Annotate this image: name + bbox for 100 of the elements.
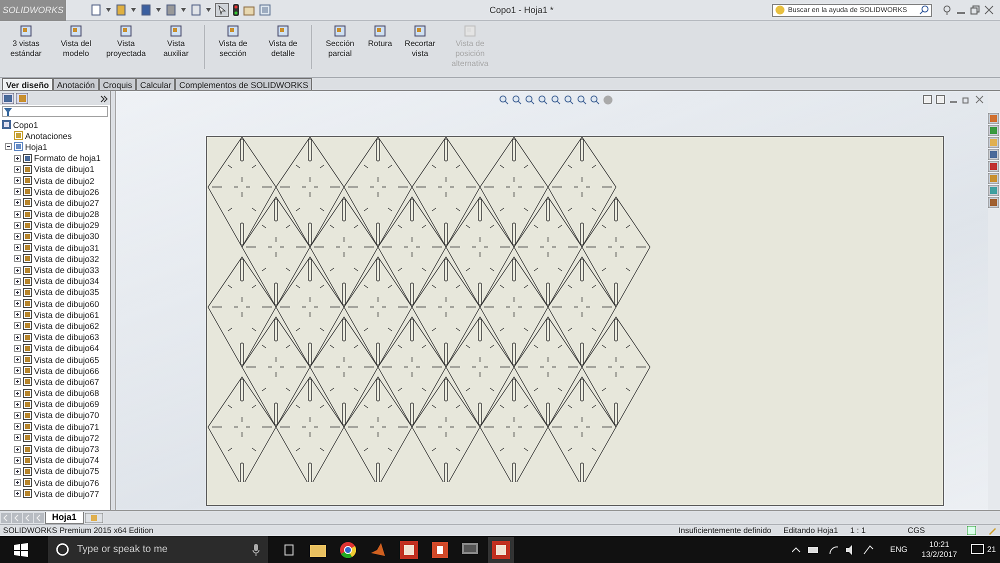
tree-item[interactable]: Vista de dibujo64 — [34, 343, 100, 354]
tree-item[interactable]: Vista de dibujo30 — [34, 231, 100, 242]
ribbon-tab[interactable]: Anotación — [53, 78, 99, 90]
tree-item[interactable]: Hoja1 — [25, 142, 48, 152]
expand-toggle-icon[interactable] — [14, 400, 21, 408]
tree-item[interactable]: Vista de dibujo61 — [34, 310, 100, 320]
tree-item[interactable]: Vista de dibujo70 — [34, 410, 100, 420]
expand-panel-icon[interactable] — [100, 94, 108, 102]
help-icon[interactable] — [942, 5, 952, 15]
expand-toggle-icon[interactable] — [14, 300, 21, 308]
select-pointer-icon[interactable] — [215, 3, 229, 17]
tree-item[interactable]: Vista de dibujo35 — [34, 287, 100, 298]
tree-item[interactable]: Vista de dibujo28 — [34, 209, 100, 220]
ribbon-button[interactable]: Vista de detalle — [259, 25, 307, 59]
property-tab-icon[interactable] — [16, 93, 28, 104]
add-sheet-icon[interactable] — [84, 512, 103, 522]
ribbon-button[interactable]: Sección parcial — [316, 25, 364, 59]
view-tool-icon[interactable] — [577, 95, 587, 105]
tree-item[interactable]: Vista de dibujo67 — [34, 376, 100, 387]
expand-toggle-icon[interactable] — [14, 344, 21, 352]
feature-tree-tab-icon[interactable] — [2, 93, 14, 104]
expand-toggle-icon[interactable] — [14, 154, 21, 162]
expand-toggle-icon[interactable] — [14, 490, 21, 498]
microphone-icon[interactable] — [252, 544, 260, 556]
tree-item[interactable]: Vista de dibujo68 — [34, 388, 100, 398]
monitor-icon[interactable] — [462, 542, 478, 556]
expand-toggle-icon[interactable] — [14, 288, 21, 296]
tree-item[interactable]: Vista de dibujo76 — [34, 478, 100, 488]
restore-icon[interactable] — [970, 5, 980, 15]
language-indicator[interactable]: ENG — [890, 545, 908, 554]
expand-toggle-icon[interactable] — [14, 479, 21, 486]
ribbon-button[interactable]: Vista de sección — [209, 25, 257, 59]
taskbar-search-input[interactable]: Type or speak to me — [75, 543, 246, 556]
view-tool-icon[interactable] — [525, 95, 535, 105]
expand-toggle-icon[interactable] — [14, 390, 21, 397]
tree-item[interactable]: Vista de dibujo27 — [34, 198, 100, 208]
clock-date[interactable]: 13/2/2017 — [922, 550, 958, 560]
tree-item[interactable]: Vista de dibujo34 — [34, 276, 100, 286]
task-pane-icon[interactable] — [988, 197, 999, 208]
task-view-icon[interactable] — [282, 544, 296, 556]
expand-toggle-icon[interactable] — [14, 356, 21, 364]
expand-toggle-icon[interactable] — [14, 177, 21, 184]
tree-item[interactable]: Vista de dibujo31 — [34, 242, 100, 253]
task-pane-icon[interactable] — [988, 149, 999, 160]
expand-toggle-icon[interactable] — [14, 412, 21, 419]
expand-toggle-icon[interactable] — [14, 456, 21, 464]
tree-item[interactable]: Vista de dibujo74 — [34, 455, 100, 466]
tree-item[interactable]: Vista de dibujo71 — [34, 422, 100, 432]
tile-icon[interactable] — [936, 95, 945, 104]
tree-item[interactable]: Formato de hoja1 — [34, 153, 101, 164]
tree-item[interactable]: Vista de dibujo69 — [34, 399, 100, 410]
tree-item[interactable]: Vista de dibujo1 — [34, 164, 94, 174]
expand-toggle-icon[interactable] — [14, 210, 21, 218]
dropdown-caret-icon[interactable] — [131, 8, 136, 12]
expand-toggle-icon[interactable] — [14, 266, 21, 274]
expand-toggle-icon[interactable] — [14, 311, 21, 318]
list-icon[interactable] — [259, 4, 271, 16]
ribbon-button[interactable]: 3 vistas estándar — [2, 25, 50, 59]
tree-item[interactable]: Vista de dibujo32 — [34, 254, 100, 264]
filter-field[interactable] — [2, 106, 108, 117]
tree-item[interactable]: Vista de dibujo77 — [34, 488, 100, 499]
tree-item[interactable]: Vista de dibujo73 — [34, 444, 100, 454]
traffic-light-icon[interactable] — [233, 4, 239, 16]
expand-toggle-icon[interactable] — [14, 434, 21, 442]
close-icon[interactable] — [984, 5, 994, 15]
tree-item[interactable]: Vista de dibujo75 — [34, 466, 100, 476]
ribbon-button[interactable]: Vista proyectada — [102, 25, 150, 59]
tile-icon[interactable] — [923, 95, 932, 104]
new-document-icon[interactable] — [90, 4, 102, 16]
ribbon-button[interactable]: Recortar vista — [396, 25, 444, 59]
view-tool-icon[interactable] — [538, 95, 548, 105]
expand-toggle-icon[interactable] — [14, 244, 21, 252]
expand-toggle-icon[interactable] — [14, 378, 21, 386]
sheet-tab[interactable]: Hoja1 — [45, 512, 84, 524]
ribbon-tab[interactable]: Ver diseño — [2, 78, 53, 90]
notification-icon[interactable] — [971, 544, 986, 556]
tree-item[interactable]: Vista de dibujo60 — [34, 298, 100, 309]
tree-item[interactable]: Vista de dibujo62 — [34, 320, 100, 331]
ribbon-tab[interactable]: Calcular — [136, 78, 176, 90]
expand-toggle-icon[interactable] — [14, 232, 21, 240]
expand-toggle-icon[interactable] — [14, 255, 21, 262]
tree-item[interactable]: Vista de dibujo33 — [34, 265, 100, 276]
expand-toggle-icon[interactable] — [14, 367, 21, 374]
view-tool-icon[interactable] — [512, 95, 522, 105]
dropdown-caret-icon[interactable] — [181, 8, 186, 12]
ribbon-button[interactable]: Vista auxiliar — [152, 25, 200, 59]
search-icon[interactable] — [919, 5, 929, 15]
view-tool-icon[interactable] — [590, 95, 600, 105]
chrome-icon[interactable] — [340, 542, 356, 558]
ribbon-button[interactable]: Rotura — [366, 25, 394, 49]
dropdown-caret-icon[interactable] — [156, 8, 161, 12]
expand-toggle-icon[interactable] — [14, 188, 21, 196]
windows-start-icon[interactable] — [14, 542, 28, 556]
ribbon-button[interactable]: Vista del modelo — [52, 25, 100, 59]
view-tool-icon[interactable] — [564, 95, 574, 105]
expand-toggle-icon[interactable] — [14, 166, 21, 173]
expand-toggle-icon[interactable] — [14, 278, 21, 285]
dropdown-caret-icon[interactable] — [106, 8, 111, 12]
tree-item[interactable]: Anotaciones — [25, 130, 72, 141]
task-pane-icon[interactable] — [988, 161, 999, 172]
